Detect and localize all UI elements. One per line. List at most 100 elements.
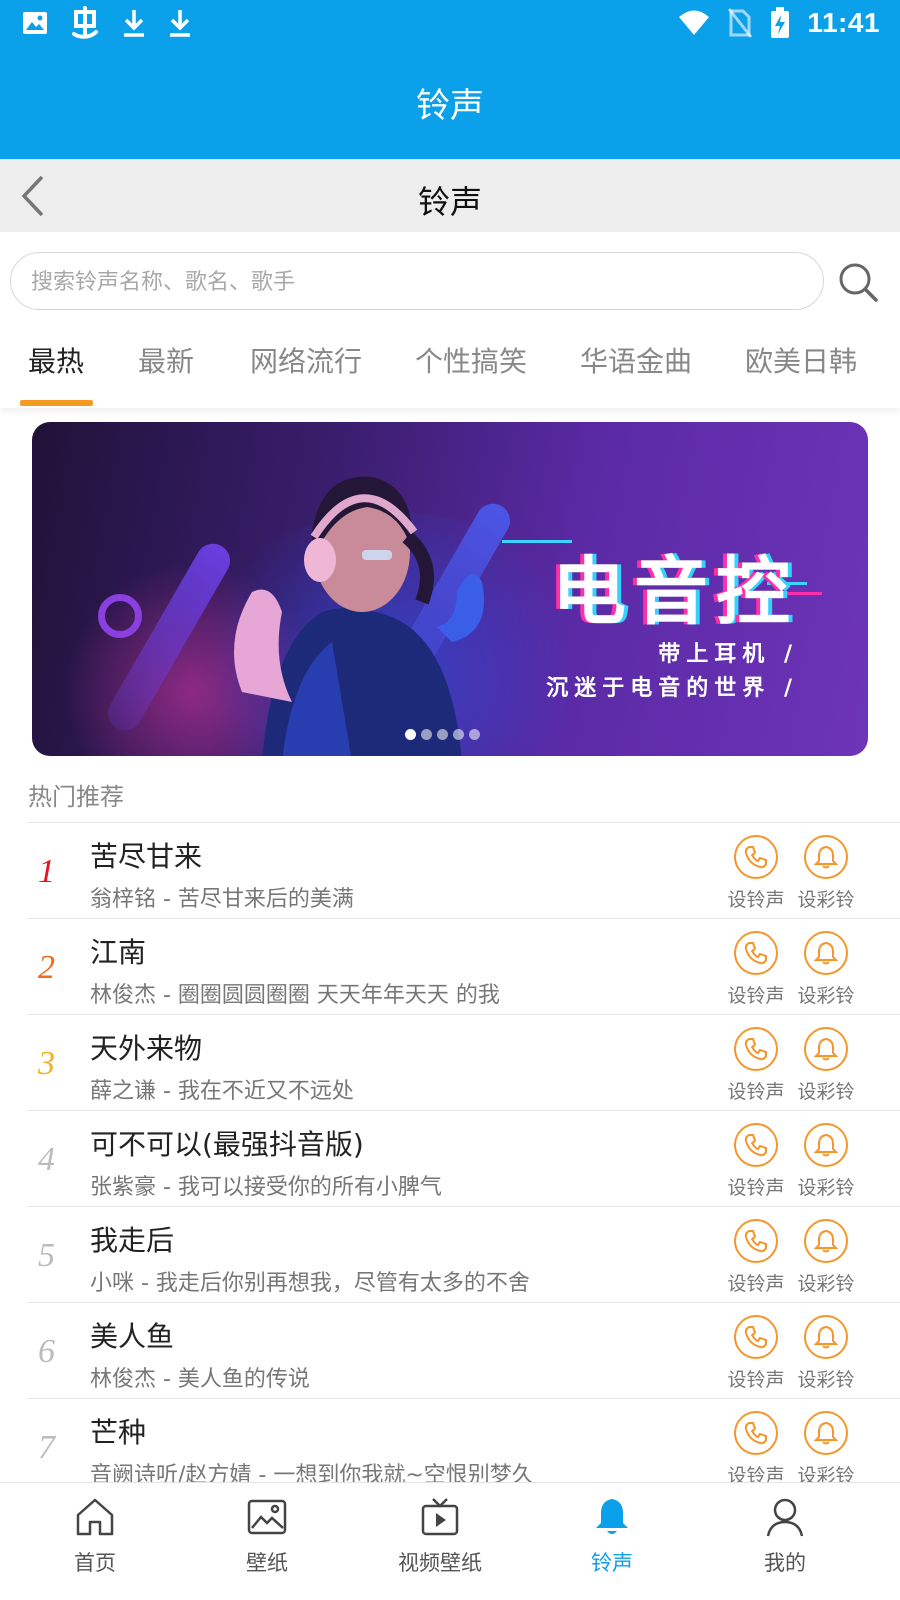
carousel-dot[interactable] <box>469 729 480 740</box>
set-ringtone-label: 设铃声 <box>727 1369 785 1391</box>
song-subtitle: 张紫豪 - 我可以接受你的所有小脾气 <box>90 1175 442 1200</box>
nav-label: 首页 <box>74 1551 116 1575</box>
set-color-ring-button[interactable]: 设彩铃 <box>794 1027 858 1104</box>
carousel-indicator <box>405 729 480 740</box>
search-field-container[interactable] <box>10 252 824 310</box>
bell-icon <box>813 941 839 965</box>
dj-girl-with-headphones-illustration <box>234 476 484 756</box>
app-logo-icon <box>72 6 98 39</box>
tab-hottest[interactable]: 最热 <box>28 340 84 380</box>
song-subtitle: 林俊杰 - 圈圈圆圆圈圈 天天年年天天 的我 <box>90 983 500 1008</box>
nav-home[interactable]: 首页 <box>35 1495 155 1577</box>
bell-icon <box>813 845 839 869</box>
song-subtitle: 翁梓铭 - 苦尽甘来后的美满 <box>90 887 354 912</box>
set-color-ring-button[interactable]: 设彩铃 <box>794 931 858 1008</box>
phone-icon <box>744 1326 767 1349</box>
bell-icon <box>813 1325 839 1349</box>
nav-label: 我的 <box>764 1551 806 1575</box>
search-button[interactable] <box>836 260 880 304</box>
video-wallpaper-icon <box>421 1498 459 1536</box>
song-title: 芒种 <box>90 1416 147 1449</box>
set-color-ring-button[interactable]: 设彩铃 <box>794 1123 858 1200</box>
banner-tagline-1: 带上耳机 / <box>658 642 798 667</box>
list-item[interactable]: 7 芒种 音阙诗听/赵方婧 - 一想到你我就~空恨别梦久 设铃声 设彩铃 <box>28 1398 900 1494</box>
battery-charging-icon <box>771 7 790 38</box>
set-ringtone-button[interactable]: 设铃声 <box>724 1315 788 1392</box>
set-ringtone-label: 设铃声 <box>727 1273 785 1295</box>
song-subtitle: 小咪 - 我走后你别再想我，尽管有太多的不舍 <box>90 1271 530 1296</box>
set-ringtone-button[interactable]: 设铃声 <box>724 1123 788 1200</box>
no-sim-icon <box>728 8 753 38</box>
tab-indicator <box>20 400 93 406</box>
phone-icon <box>744 1038 767 1061</box>
tab-funny[interactable]: 个性搞笑 <box>415 340 527 380</box>
song-title: 可不可以(最强抖音版) <box>90 1128 364 1161</box>
image-icon <box>23 12 47 34</box>
phone-icon <box>744 1134 767 1157</box>
list-item[interactable]: 3 天外来物 薛之谦 - 我在不近又不远处 设铃声 设彩铃 <box>28 1014 900 1110</box>
set-color-ring-label: 设彩铃 <box>797 985 855 1007</box>
set-ringtone-button[interactable]: 设铃声 <box>724 1411 788 1488</box>
page-title: 铃声 <box>417 183 482 221</box>
song-title: 美人鱼 <box>90 1320 175 1353</box>
set-color-ring-label: 设彩铃 <box>797 1081 855 1103</box>
search-icon <box>839 263 878 302</box>
list-item[interactable]: 5 我走后 小咪 - 我走后你别再想我，尽管有太多的不舍 设铃声 设彩铃 <box>28 1206 900 1302</box>
bottom-navigation: 首页 壁纸 视频壁纸 铃声 我的 <box>0 1482 900 1600</box>
home-icon <box>76 1498 114 1536</box>
set-ringtone-button[interactable]: 设铃声 <box>724 1219 788 1296</box>
bell-icon <box>813 1133 839 1157</box>
carousel-dot[interactable] <box>453 729 464 740</box>
phone-icon <box>744 1230 767 1253</box>
set-ringtone-button[interactable]: 设铃声 <box>724 1027 788 1104</box>
bell-icon <box>813 1229 839 1253</box>
promo-banner[interactable]: 电音控 带上耳机 / 沉迷于电音的世界 / <box>32 422 868 756</box>
rank-number: 4 <box>38 1141 55 1178</box>
sub-header: 铃声 <box>0 159 900 232</box>
nav-label: 壁纸 <box>246 1551 288 1575</box>
wifi-icon <box>679 10 710 35</box>
carousel-dot[interactable] <box>437 729 448 740</box>
tab-newest[interactable]: 最新 <box>138 340 194 380</box>
set-color-ring-label: 设彩铃 <box>797 1273 855 1295</box>
song-subtitle: 薛之谦 - 我在不近又不远处 <box>90 1079 354 1104</box>
set-ringtone-label: 设铃声 <box>727 985 785 1007</box>
list-item[interactable]: 2 江南 林俊杰 - 圈圈圆圆圈圈 天天年年天天 的我 设铃声 设彩铃 <box>28 918 900 1014</box>
bell-icon <box>596 1499 628 1534</box>
set-ringtone-label: 设铃声 <box>727 889 785 911</box>
download-icon <box>170 10 190 37</box>
bell-icon <box>813 1421 839 1445</box>
tab-internet-popular[interactable]: 网络流行 <box>250 340 362 380</box>
set-color-ring-button[interactable]: 设彩铃 <box>794 1411 858 1488</box>
search-input[interactable] <box>31 263 801 301</box>
tab-chinese-classics[interactable]: 华语金曲 <box>580 340 692 380</box>
set-ringtone-button[interactable]: 设铃声 <box>724 835 788 912</box>
set-color-ring-button[interactable]: 设彩铃 <box>794 1315 858 1392</box>
list-item[interactable]: 1 苦尽甘来 翁梓铭 - 苦尽甘来后的美满 设铃声 设彩铃 <box>28 822 900 918</box>
phone-icon <box>744 942 767 965</box>
app-title: 铃声 <box>416 86 484 126</box>
nav-ringtone[interactable]: 铃声 <box>552 1495 672 1577</box>
set-color-ring-button[interactable]: 设彩铃 <box>794 1219 858 1296</box>
nav-video-wallpaper[interactable]: 视频壁纸 <box>380 1495 500 1577</box>
set-ringtone-label: 设铃声 <box>727 1081 785 1103</box>
phone-icon <box>744 1422 767 1445</box>
rank-number: 2 <box>38 949 55 986</box>
list-item[interactable]: 4 可不可以(最强抖音版) 张紫豪 - 我可以接受你的所有小脾气 设铃声 设彩铃 <box>28 1110 900 1206</box>
download-icon <box>124 10 144 37</box>
song-title: 江南 <box>90 936 147 969</box>
section-title: 热门推荐 <box>28 783 124 811</box>
carousel-dot[interactable] <box>421 729 432 740</box>
category-tabs: 最热 最新 网络流行 个性搞笑 华语金曲 欧美日韩 <box>0 322 900 408</box>
set-ringtone-label: 设铃声 <box>727 1177 785 1199</box>
nav-profile[interactable]: 我的 <box>725 1495 845 1577</box>
list-item[interactable]: 6 美人鱼 林俊杰 - 美人鱼的传说 设铃声 设彩铃 <box>28 1302 900 1398</box>
wallpaper-icon <box>247 1499 287 1535</box>
rank-number: 3 <box>38 1045 55 1082</box>
tab-western-jpkr[interactable]: 欧美日韩 <box>745 340 857 380</box>
carousel-dot[interactable] <box>405 729 416 740</box>
rank-number: 5 <box>38 1237 55 1274</box>
nav-wallpaper[interactable]: 壁纸 <box>207 1495 327 1577</box>
set-ringtone-button[interactable]: 设铃声 <box>724 931 788 1008</box>
set-color-ring-button[interactable]: 设彩铃 <box>794 835 858 912</box>
